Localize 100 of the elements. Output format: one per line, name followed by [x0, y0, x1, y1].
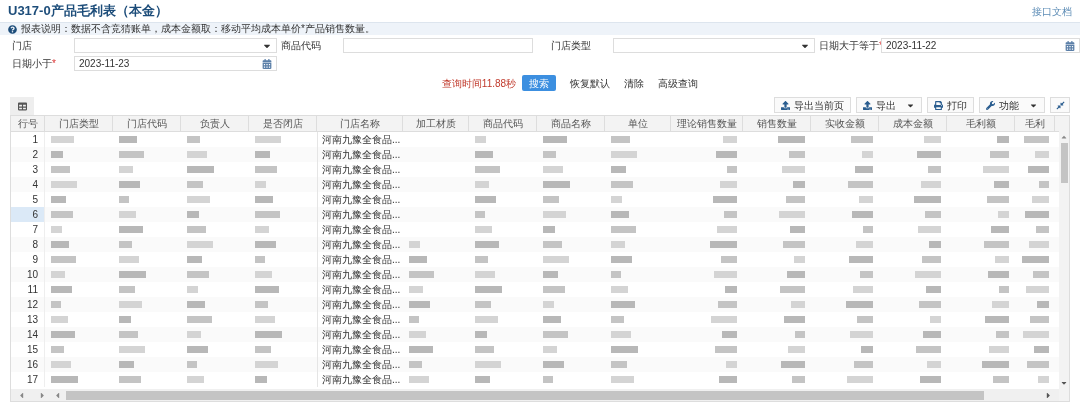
action-button[interactable]: 高级查询	[658, 75, 699, 91]
scroll-down-icon[interactable]	[1060, 379, 1068, 387]
blurred-text	[860, 271, 873, 278]
blurred-text	[51, 271, 65, 278]
blurred-text	[780, 286, 805, 293]
blurred-text	[255, 271, 272, 278]
column-header[interactable]: 毛利额	[947, 116, 1015, 131]
blurred-text	[788, 346, 805, 353]
blurred-text	[409, 376, 429, 383]
blurred-text	[611, 166, 626, 173]
blurred-text	[475, 346, 494, 353]
column-header[interactable]: 毛利	[1015, 116, 1055, 131]
blurred-text	[918, 226, 941, 233]
column-header[interactable]: 理论销售数量	[671, 116, 743, 131]
collapse-button[interactable]	[1050, 97, 1070, 113]
action-button[interactable]: 清除	[624, 75, 645, 91]
calendar-icon	[262, 58, 272, 69]
blurred-text	[51, 241, 69, 248]
column-header[interactable]: 商品代码	[469, 116, 537, 131]
toolbar-button[interactable]: 打印	[927, 97, 974, 113]
toolbar-button[interactable]: 导出当前页	[774, 97, 851, 113]
field-label: 门店类型	[551, 39, 592, 53]
blurred-text	[850, 331, 873, 338]
column-header[interactable]: 门店类型	[45, 116, 113, 131]
scroll-right-icon[interactable]	[1044, 390, 1053, 400]
scroll-up-icon[interactable]	[1060, 133, 1068, 141]
blurred-text	[1036, 226, 1049, 233]
scroll-left-icon[interactable]	[17, 390, 26, 400]
blurred-text	[717, 226, 737, 233]
calendar-icon	[1065, 40, 1075, 51]
blurred-text	[475, 376, 490, 383]
column-header[interactable]: 实收金额	[811, 116, 879, 131]
blurred-text	[991, 226, 1009, 233]
blurred-text	[1032, 196, 1049, 203]
blurred-text	[779, 211, 805, 218]
blurred-text	[994, 181, 1009, 188]
blurred-text	[475, 271, 495, 278]
blurred-text	[916, 346, 941, 353]
blurred-text	[919, 301, 941, 308]
blurred-text	[543, 226, 555, 233]
scrollbar-thumb[interactable]	[66, 390, 984, 400]
blurred-text	[1028, 166, 1049, 173]
blurred-text	[921, 181, 941, 188]
column-header[interactable]: 是否闭店	[249, 116, 317, 131]
blurred-text	[475, 196, 496, 203]
blurred-text	[917, 151, 941, 158]
date-field[interactable]: 2023-11-22	[881, 38, 1080, 53]
column-header[interactable]: 销售数量	[743, 116, 811, 131]
table-cell-text: 河南九豫全食品...	[322, 163, 401, 177]
blurred-text	[51, 361, 71, 368]
scroll-left-icon[interactable]	[53, 390, 62, 400]
scrollbar-thumb[interactable]	[1060, 143, 1068, 183]
select-field[interactable]	[613, 38, 815, 53]
blurred-text	[791, 301, 805, 308]
blurred-text	[720, 181, 737, 188]
blurred-text	[723, 136, 737, 143]
blurred-text	[914, 196, 941, 203]
blurred-text	[409, 346, 433, 353]
blurred-text	[611, 151, 637, 158]
select-field[interactable]	[74, 38, 277, 53]
blurred-text	[187, 151, 207, 158]
blurred-text	[475, 241, 499, 248]
action-button[interactable]: 恢复默认	[570, 75, 611, 91]
blurred-text	[475, 301, 491, 308]
blurred-text	[924, 136, 941, 143]
api-docs-link[interactable]: 接口文档	[1032, 3, 1072, 19]
table-view-button[interactable]	[10, 97, 34, 115]
input-field[interactable]	[343, 38, 533, 53]
column-header[interactable]: 门店名称	[317, 116, 403, 131]
column-header[interactable]: 门店代码	[113, 116, 181, 131]
blurred-text	[710, 241, 737, 248]
blurred-text	[475, 361, 501, 368]
date-field[interactable]: 2023-11-23	[74, 56, 277, 71]
field-label: 门店	[12, 39, 33, 53]
column-header[interactable]: 商品名称	[537, 116, 605, 131]
column-header[interactable]: 负责人	[181, 116, 249, 131]
blurred-text	[187, 256, 202, 263]
blurred-text	[719, 376, 737, 383]
scroll-right-icon[interactable]	[38, 390, 47, 400]
toolbar-button[interactable]: 功能	[979, 97, 1045, 113]
blurred-text	[187, 346, 208, 353]
column-header[interactable]: 行号	[11, 116, 45, 131]
blurred-text	[859, 196, 873, 203]
blurred-text	[928, 166, 941, 173]
blurred-text	[255, 256, 265, 263]
blurred-text	[255, 151, 270, 158]
blurred-text	[923, 331, 941, 338]
blurred-text	[187, 331, 201, 338]
upload-icon	[863, 100, 872, 110]
toolbar-button[interactable]: 导出	[856, 97, 922, 113]
column-header[interactable]: 加工材质	[403, 116, 469, 131]
blurred-text	[51, 316, 68, 323]
column-header[interactable]: 单位	[605, 116, 671, 131]
table-cell-text: 河南九豫全食品...	[322, 223, 401, 237]
column-header[interactable]: 成本金额	[879, 116, 947, 131]
blurred-text	[716, 151, 737, 158]
blurred-text	[711, 316, 737, 323]
blurred-text	[187, 316, 212, 323]
blurred-text	[995, 256, 1009, 263]
blurred-text	[611, 196, 622, 203]
